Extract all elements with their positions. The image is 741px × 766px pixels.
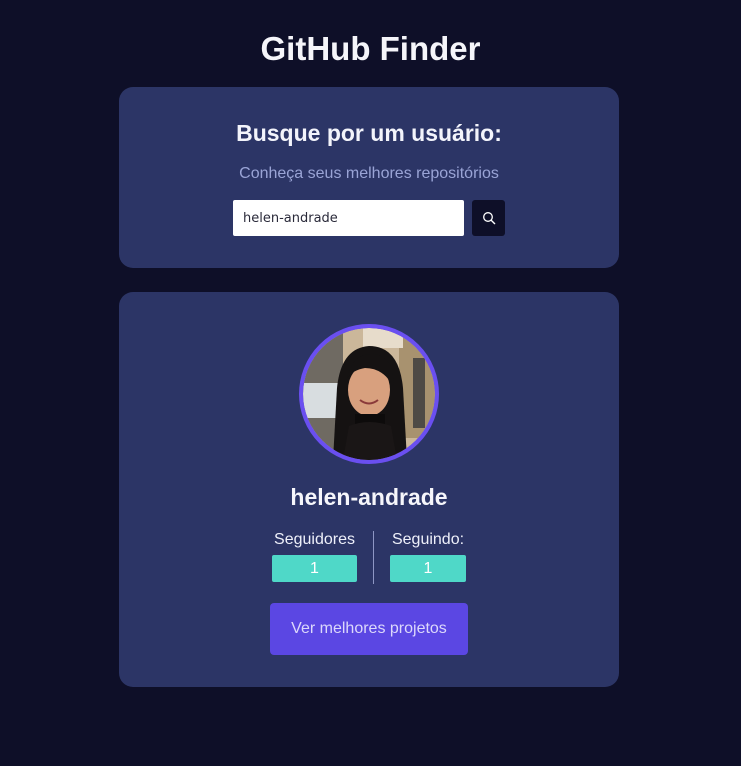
search-card: Busque por um usuário: Conheça seus melh…	[119, 87, 619, 268]
avatar	[299, 324, 439, 464]
following-label: Seguindo:	[391, 531, 465, 548]
followers-count: 1	[272, 555, 357, 582]
following-stat: Seguindo: 1	[390, 531, 466, 582]
search-heading: Busque por um usuário:	[236, 120, 502, 146]
followers-label: Seguidores	[274, 531, 355, 548]
app-title: GitHub Finder	[260, 30, 481, 67]
profile-card: helen-andrade Seguidores 1 Seguindo: 1 V…	[119, 292, 619, 687]
profile-username: helen-andrade	[290, 484, 448, 510]
stat-divider	[373, 531, 374, 584]
search-input[interactable]	[233, 200, 464, 236]
avatar-photo	[303, 328, 435, 460]
search-subtitle: Conheça seus melhores repositórios	[239, 165, 499, 182]
following-count: 1	[390, 555, 466, 582]
search-button[interactable]	[472, 200, 505, 236]
best-projects-button[interactable]: Ver melhores projetos	[270, 603, 468, 655]
search-icon	[482, 212, 495, 225]
followers-stat: Seguidores 1	[272, 531, 357, 582]
